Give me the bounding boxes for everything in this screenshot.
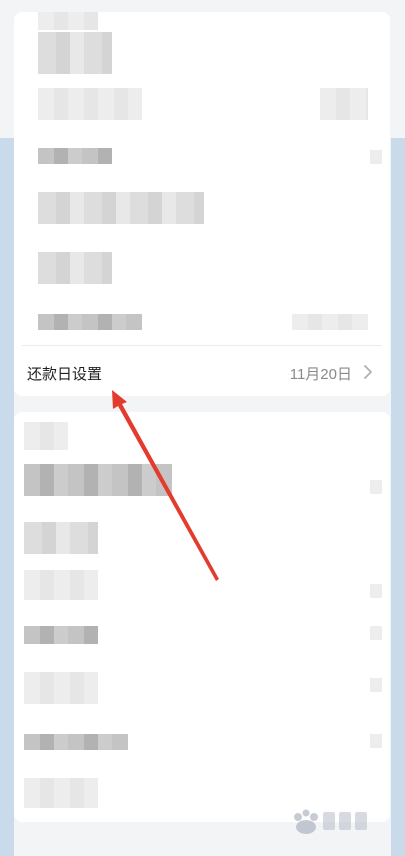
blurred-value [292,314,368,330]
blurred-chevron [370,584,382,598]
blurred-row [38,192,204,224]
settings-card-top [14,12,390,396]
repayment-date-value: 11月20日 [289,366,352,383]
settings-card-bottom [14,412,390,822]
blurred-row [24,522,98,554]
blurred-chevron [370,150,382,164]
blurred-row [24,422,68,450]
blurred-row [24,464,172,496]
left-side-stripe [0,138,14,856]
blurred-row [24,734,128,750]
blurred-row [38,12,98,30]
blurred-row [38,88,142,120]
blurred-row [38,148,112,164]
blurred-chevron [370,480,382,494]
blurred-row [24,626,98,644]
blurred-chevron [370,626,382,640]
right-side-stripe [391,138,405,856]
blurred-row [38,252,112,284]
blurred-row [38,314,142,330]
repayment-date-setting-row[interactable]: 还款日设置 11月20日 [14,346,390,396]
blurred-value [320,88,368,120]
blurred-row [38,32,112,74]
blurred-chevron [370,734,382,748]
chevron-right-icon [364,365,372,379]
blurred-chevron [370,678,382,692]
baidu-jingyan-watermark [294,809,367,834]
blurred-row [24,778,98,808]
repayment-date-label: 还款日设置 [27,366,103,383]
blurred-row [24,570,98,600]
blurred-row [24,672,98,704]
